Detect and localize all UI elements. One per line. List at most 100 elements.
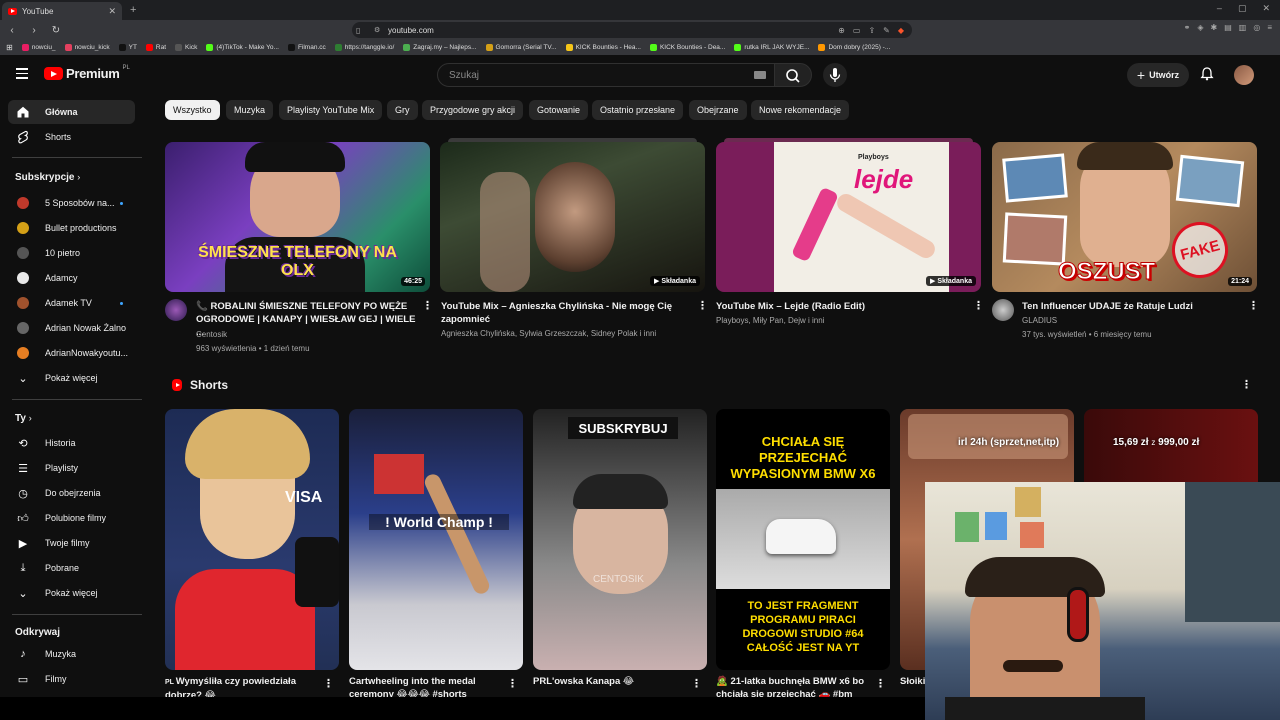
short-thumbnail[interactable]: SUBSKRYBUJ CENTOSIK — [533, 409, 707, 670]
bookmark-item[interactable]: (4)TikTok - Make Yo... — [206, 44, 279, 51]
filter-chip[interactable]: Ostatnio przesłane — [592, 100, 684, 120]
filter-chip[interactable]: Playlisty YouTube Mix — [279, 100, 383, 120]
sidebar-icon[interactable]: ▤ — [1224, 23, 1232, 32]
more-actions-icon[interactable]: ⋮ — [422, 299, 433, 312]
short-thumbnail[interactable]: ! World Champ ! — [349, 409, 523, 670]
sidebar-item-music[interactable]: ♪ Muzyka — [8, 642, 135, 666]
short-thumbnail[interactable]: CHCIAŁA SIĘ PRZEJECHAĆ WYPASIONYM BMW X6… — [716, 409, 890, 670]
sidebar-item-playlist[interactable]: ☰ Playlisty — [8, 456, 135, 480]
more-actions-icon[interactable]: ⋮ — [973, 299, 984, 312]
sidebar-item-watch-later[interactable]: ◷ Do obejrzenia — [8, 481, 135, 505]
channel-name[interactable]: GLADIUS — [1022, 314, 1057, 328]
sidebar-item-subscription[interactable]: 5 Sposobów na... — [8, 191, 135, 215]
screenshot-icon[interactable]: ▭ — [853, 26, 861, 35]
sidebar-item-subscription[interactable]: AdrianNowakyoutu... — [8, 341, 135, 365]
brave-shield-icon[interactable]: ◆ — [898, 26, 904, 35]
sidebar-item-subscription[interactable]: Bullet productions — [8, 216, 135, 240]
share-icon[interactable]: ⇪ — [868, 26, 875, 35]
sidebar-item-shorts[interactable]: Shorts — [8, 125, 135, 149]
bookmark-item[interactable]: rutka IRL JAK WYJE... — [734, 44, 809, 51]
extension-icon-2[interactable]: ◈ — [1197, 23, 1203, 32]
sidebar-item-subscription[interactable]: 10 pietro — [8, 241, 135, 265]
channel-name[interactable]: Playboys, Miły Pan, Dejw i inni — [716, 314, 824, 328]
filter-chip[interactable]: Gotowanie — [529, 100, 589, 120]
bookmark-item[interactable]: Zagraj.my – Najleps... — [403, 44, 477, 51]
sidebar-item-home[interactable]: Główna — [8, 100, 135, 124]
bookmark-item[interactable]: KICK Bounties - Hea... — [565, 44, 641, 51]
filter-chip[interactable]: Przygodowe gry akcji — [422, 100, 524, 120]
notifications-bell-icon[interactable] — [1199, 66, 1215, 82]
you-heading[interactable]: Ty › — [15, 413, 32, 424]
bookmark-icon[interactable]: ▯ — [356, 26, 360, 35]
close-window-icon[interactable]: ✕ — [1262, 3, 1270, 14]
video-thumbnail[interactable]: ŚMIESZNE TELEFONY NA OLX 46:25 — [165, 142, 430, 292]
show-more-library[interactable]: ⌄ Pokaż więcej — [8, 581, 135, 605]
site-info-icon[interactable]: ⚙ — [374, 26, 380, 34]
bookmark-item[interactable]: Gomorra (Serial TV... — [485, 44, 557, 51]
more-actions-icon[interactable]: ⋮ — [875, 677, 886, 690]
extension-icon[interactable]: ⚭ — [1184, 23, 1191, 32]
video-title[interactable]: YouTube Mix – Lejde (Radio Edit) — [716, 300, 966, 313]
video-title[interactable]: 📞 ROBALINI ŚMIESZNE TELEFONY PO WĘŻE OGRO… — [196, 300, 416, 339]
filter-chip[interactable]: Muzyka — [226, 100, 274, 120]
search-button[interactable] — [774, 63, 812, 87]
bookmark-item[interactable]: https://tanggle.io/ — [334, 44, 394, 51]
more-actions-icon[interactable]: ⋮ — [697, 299, 708, 312]
channel-name[interactable]: Centosik — [196, 328, 227, 342]
sidebar-item-subscription[interactable]: Adamek TV — [8, 291, 135, 315]
bookmark-item[interactable]: Filman.cc — [287, 44, 326, 51]
filter-chip[interactable]: Wszystko — [165, 100, 220, 120]
maximize-icon[interactable]: ▢ — [1238, 3, 1247, 14]
more-actions-icon[interactable]: ⋮ — [691, 677, 702, 690]
bookmark-item[interactable]: nowciu_kick — [64, 44, 110, 51]
bookmark-item[interactable]: Kick — [175, 44, 197, 51]
filter-chip[interactable]: Gry — [387, 100, 418, 120]
more-actions-icon[interactable]: ⋮ — [1248, 299, 1259, 312]
apps-grid-icon[interactable]: ⊞ — [6, 43, 13, 52]
video-title[interactable]: Ten Influencer UDAJE że Ratuje Ludzi — [1022, 300, 1242, 313]
vpn-icon[interactable]: ◎ — [1253, 23, 1260, 32]
video-title[interactable]: YouTube Mix – Agnieszka Chylińska - Nie … — [441, 300, 691, 326]
mix-thumbnail[interactable]: ▶ Składanka — [440, 142, 705, 292]
bookmark-item[interactable]: YT — [118, 44, 137, 51]
browser-tab[interactable]: YouTube ✕ — [2, 2, 122, 20]
subscriptions-heading[interactable]: Subskrypcje › — [15, 172, 80, 183]
keyboard-icon[interactable] — [754, 71, 766, 79]
sidebar-item-subscription[interactable]: Adamcy — [8, 266, 135, 290]
sidebar-item-download[interactable]: ⤓ Pobrane — [8, 556, 135, 580]
show-more-subscriptions[interactable]: ⌄ Pokaż więcej — [8, 366, 135, 390]
voice-search-button[interactable] — [823, 63, 847, 87]
channel-avatar[interactable] — [165, 299, 187, 321]
short-thumbnail[interactable]: VISA — [165, 409, 339, 670]
bookmark-item[interactable]: Rat — [145, 44, 166, 51]
bookmark-item[interactable]: nowciu_ — [21, 44, 56, 51]
sidebar-item-movies[interactable]: ▭ Filmy — [8, 667, 135, 691]
search-input[interactable]: Szukaj — [437, 63, 775, 87]
menu-icon[interactable]: ≡ — [1267, 23, 1272, 32]
more-actions-icon[interactable]: ⋮ — [507, 677, 518, 690]
zoom-icon[interactable]: ⊕ — [838, 26, 845, 35]
forward-icon[interactable]: › — [28, 25, 40, 36]
channel-name[interactable]: Agnieszka Chylińska, Sylwia Grzeszczak, … — [441, 327, 656, 341]
new-tab-icon[interactable]: + — [130, 4, 136, 16]
filter-chip[interactable]: Nowe rekomendacje — [751, 100, 850, 120]
account-avatar[interactable] — [1234, 65, 1254, 85]
sidebar-item-subscription[interactable]: Adrian Nowak Żalno — [8, 316, 135, 340]
address-bar[interactable]: ▯ ⚙ youtube.com ⊕ ▭ ⇪ ✎ ◆ — [352, 22, 912, 38]
more-actions-icon[interactable]: ⋮ — [323, 677, 334, 690]
shelf-menu-icon[interactable]: ⋮ — [1241, 378, 1252, 391]
edit-icon[interactable]: ✎ — [883, 26, 890, 35]
puzzle-icon[interactable]: ✱ — [1211, 23, 1218, 32]
sidebar-item-your-videos[interactable]: ▶ Twoje filmy — [8, 531, 135, 555]
close-tab-icon[interactable]: ✕ — [108, 6, 116, 17]
guide-menu-icon[interactable] — [16, 68, 28, 82]
video-thumbnail[interactable]: OSZUST FAKE 21:24 — [992, 142, 1257, 292]
youtube-logo[interactable]: Premium PL — [44, 65, 130, 81]
back-icon[interactable]: ‹ — [6, 25, 18, 36]
reload-icon[interactable]: ↻ — [50, 25, 62, 36]
bookmark-item[interactable]: KICK Bounties - Dea... — [649, 44, 725, 51]
sidebar-item-like[interactable]: 👍︎ Polubione filmy — [8, 506, 135, 530]
wallet-icon[interactable]: ▥ — [1239, 23, 1247, 32]
create-button[interactable]: + Utwórz — [1127, 63, 1189, 87]
sidebar-item-history[interactable]: ⟲ Historia — [8, 431, 135, 455]
